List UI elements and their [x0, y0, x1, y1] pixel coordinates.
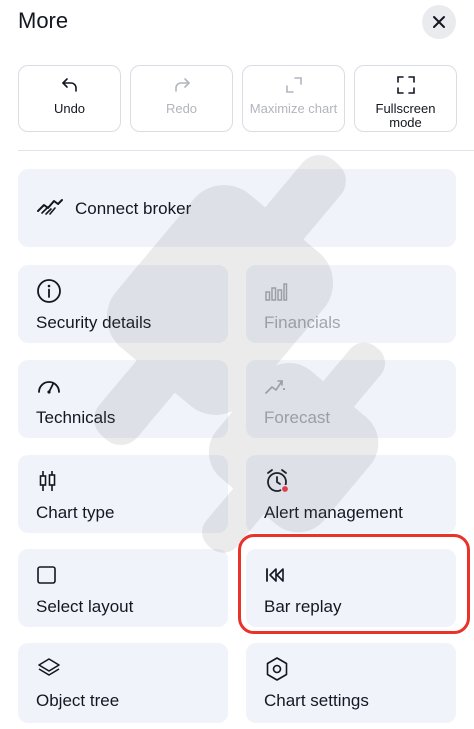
alert-management-label: Alert management: [264, 503, 403, 522]
chart-type-label: Chart type: [36, 503, 115, 522]
maximize-chart-label: Maximize chart: [249, 101, 338, 116]
info-icon: [37, 279, 61, 303]
fullscreen-label-line2: mode: [389, 115, 422, 130]
redo-button[interactable]: Redo: [130, 65, 233, 132]
page-title: More: [18, 8, 69, 33]
security-details-button[interactable]: Security details: [18, 265, 228, 343]
chart-settings-button[interactable]: Chart settings: [246, 643, 456, 723]
technicals-label: Technicals: [36, 408, 116, 427]
redo-icon: [174, 78, 190, 92]
redo-label: Redo: [165, 101, 198, 116]
fullscreen-icon: [396, 76, 415, 94]
object-tree-button[interactable]: Object tree: [18, 643, 228, 723]
alert-management-button[interactable]: Alert management: [246, 455, 456, 533]
candlestick-icon: [39, 471, 56, 491]
technicals-button[interactable]: Technicals: [18, 360, 228, 438]
divider: [18, 150, 474, 151]
maximize-chart-button[interactable]: Maximize chart: [242, 65, 345, 132]
close-button[interactable]: [422, 5, 456, 39]
undo-label: Undo: [53, 101, 86, 116]
chart-settings-label: Chart settings: [264, 691, 369, 710]
fullscreen-mode-label: Fullscreen mode: [376, 102, 436, 130]
forecast-button[interactable]: Forecast: [246, 360, 456, 438]
bar-replay-label: Bar replay: [264, 597, 342, 616]
square-icon: [37, 566, 56, 584]
bar-replay-button[interactable]: Bar replay: [246, 549, 456, 627]
rewind-icon: [266, 568, 284, 582]
gauge-icon: [38, 381, 60, 394]
financials-button[interactable]: Financials: [246, 265, 456, 343]
maximize-icon: [285, 77, 302, 93]
hexagon-settings-icon: [266, 657, 288, 681]
header: More: [0, 0, 474, 44]
fullscreen-label-line1: Fullscreen: [375, 101, 436, 116]
connect-broker-button[interactable]: Connect broker: [18, 169, 456, 247]
undo-icon: [61, 78, 77, 92]
select-layout-button[interactable]: Select layout: [18, 549, 228, 627]
connect-broker-label: Connect broker: [75, 199, 192, 218]
financials-label: Financials: [264, 313, 341, 332]
layers-icon: [38, 658, 60, 676]
bar-chart-icon: [265, 283, 288, 301]
alarm-clock-icon: [267, 469, 290, 494]
select-layout-label: Select layout: [36, 597, 134, 616]
handshake-icon: [37, 199, 63, 215]
security-details-label: Security details: [36, 313, 152, 332]
close-icon: [433, 16, 445, 28]
object-tree-label: Object tree: [36, 691, 120, 710]
forecast-icon: [265, 380, 285, 394]
undo-button[interactable]: Undo: [18, 65, 121, 132]
chart-type-button[interactable]: Chart type: [18, 455, 228, 533]
forecast-label: Forecast: [264, 408, 331, 427]
fullscreen-mode-button[interactable]: Fullscreen mode: [354, 65, 457, 132]
